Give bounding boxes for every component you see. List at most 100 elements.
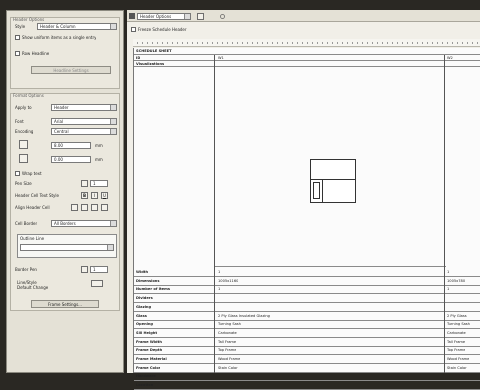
apply-to-label: Apply to — [15, 105, 32, 110]
cell-w1: Carbonate — [218, 330, 237, 335]
ruler-tick — [167, 42, 168, 44]
font-value: Arial — [54, 119, 64, 124]
cell-w1: 1005x1160 — [218, 278, 239, 283]
underline-button[interactable]: U — [101, 192, 108, 199]
headline-settings-button[interactable]: Headline Settings — [31, 66, 111, 74]
ruler-tick — [307, 42, 308, 44]
show-all-checkbox[interactable] — [15, 35, 20, 40]
ruler-tick — [467, 42, 468, 44]
ruler-tick — [372, 42, 373, 44]
align-center-icon[interactable] — [81, 204, 88, 211]
ruler-tick — [177, 42, 178, 44]
ruler-tick — [222, 42, 223, 44]
text-height-field[interactable]: 8.00 — [51, 142, 91, 149]
align-left-icon[interactable] — [71, 204, 78, 211]
column-divider — [444, 55, 445, 373]
line-type-icon[interactable] — [91, 280, 103, 287]
table-row: Frame Material Wood Frame Wood Frame — [134, 356, 480, 364]
ruler-tick — [432, 42, 433, 44]
ruler-tick — [287, 42, 288, 44]
elevation-cell — [215, 67, 446, 267]
text-height-icon — [19, 140, 28, 149]
ruler-tick — [312, 42, 313, 44]
table-row: Number of Items 1 1 — [134, 286, 480, 295]
search-icon[interactable] — [197, 13, 204, 20]
table-row: Glass 2 Ply Glass Insulated Glazing 2 Ply … — [134, 313, 480, 321]
ruler-tick — [322, 42, 323, 44]
row-headline-checkbox[interactable] — [15, 51, 20, 56]
window-elevation-image — [310, 159, 356, 203]
row-label: Glass — [136, 313, 147, 318]
pen-color-swatch[interactable] — [81, 180, 88, 187]
cell-border-dropdown[interactable]: All Borders — [51, 220, 117, 227]
ruler-tick — [422, 42, 423, 44]
cell-w1: Stain Color — [218, 365, 238, 370]
ruler-tick — [442, 42, 443, 44]
freeze-row: Freeze Schedule Header — [131, 27, 187, 32]
ruler-tick — [357, 42, 358, 44]
chevron-down-icon — [110, 105, 116, 110]
ruler-tick — [417, 42, 418, 44]
ruler-tick — [207, 42, 208, 44]
outline-dropdown[interactable] — [20, 244, 114, 251]
ruler-tick — [237, 42, 238, 44]
ruler-tick — [137, 42, 138, 44]
ruler-tick — [292, 42, 293, 44]
wrap-text-checkbox[interactable] — [15, 171, 20, 176]
table-row: Glazing — [134, 304, 480, 312]
cell-w1: 1 — [218, 270, 221, 274]
apply-to-dropdown[interactable]: Header — [51, 104, 117, 111]
bold-button[interactable]: B — [81, 192, 88, 199]
cell-w2: 1 — [447, 270, 450, 274]
row-headline-label: Row Headline — [22, 51, 50, 56]
unit-label: mm — [95, 143, 103, 148]
font-dropdown[interactable]: Arial — [51, 118, 117, 125]
ruler-tick — [202, 42, 203, 44]
ruler-tick — [247, 42, 248, 44]
text-style-label: Header Cell Text Style — [15, 193, 59, 198]
align-right-icon[interactable] — [91, 204, 98, 211]
border-pen-swatch[interactable] — [81, 266, 88, 273]
ruler-tick — [147, 42, 148, 44]
align-cell-label: Align Header Cell — [15, 205, 50, 210]
ruler-tick — [457, 42, 458, 44]
apply-to-value: Header — [54, 105, 69, 110]
cell-w1: 2 Ply Glass Insulated Glazing — [218, 313, 270, 318]
cell-w2: Wood Frame — [447, 357, 470, 361]
text-width-field[interactable]: 0.00 — [51, 156, 91, 163]
gear-icon[interactable] — [219, 13, 226, 20]
cell-w2: Turning Sash — [447, 322, 470, 327]
ruler-tick — [277, 42, 278, 44]
align-justify-icon[interactable] — [101, 204, 108, 211]
ruler-tick — [152, 42, 153, 44]
freeze-header-checkbox[interactable] — [131, 27, 136, 32]
frame-settings-button[interactable]: Frame Settings... — [31, 300, 99, 308]
format-options-group: Format Options Apply to Header Font Aria… — [10, 93, 120, 311]
table-row: Frame Color Stain Color Stain Color — [134, 365, 480, 373]
border-pen-field[interactable]: 1 — [90, 266, 108, 273]
ruler-tick — [192, 42, 193, 44]
ruler-tick — [217, 42, 218, 44]
header-options-group: Header Options Style Header & Column Sho… — [10, 17, 120, 89]
ruler-tick — [242, 42, 243, 44]
ruler-tick — [252, 42, 253, 44]
ruler — [133, 39, 480, 47]
group-title: Header Options — [13, 17, 45, 22]
cell-w2: Tall Frame — [447, 339, 466, 344]
row-label: Frame Depth — [136, 348, 163, 353]
settings-panel: Header Options Style Header & Column Sho… — [6, 10, 124, 373]
style-dropdown[interactable]: Header & Column — [37, 23, 117, 30]
table-row: Hardware — [134, 373, 480, 382]
grid-icon[interactable] — [129, 13, 135, 19]
row-label: Number of Items — [136, 287, 171, 292]
pen-size-field[interactable]: 1 — [90, 180, 108, 187]
ruler-tick — [447, 42, 448, 44]
encoding-label: Encoding — [15, 129, 34, 134]
sheet-title-row: SCHEDULE SHEET — [134, 48, 480, 55]
table-row: Width 1 1 — [134, 269, 480, 277]
italic-button[interactable]: I — [91, 192, 98, 199]
view-dropdown[interactable]: Header Options — [137, 13, 191, 20]
table-row: Frame Depth Top Frame Top Frame — [134, 347, 480, 356]
ruler-tick — [157, 42, 158, 44]
encoding-dropdown[interactable]: Central — [51, 128, 117, 135]
